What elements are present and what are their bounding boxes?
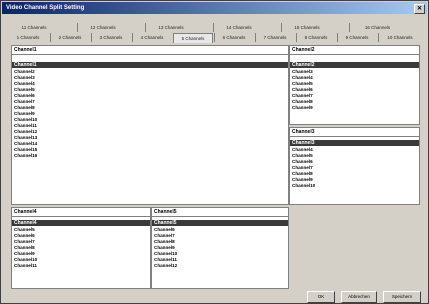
tab-5-channels[interactable]: 5 Channels <box>173 33 213 43</box>
list-item[interactable]: Channel9 <box>14 251 35 256</box>
list-item[interactable]: Channel11 <box>14 123 37 128</box>
tab-1-channels[interactable]: 1 Channels <box>9 33 47 42</box>
empty-area <box>289 207 418 287</box>
tab-2-channels[interactable]: 2 Channels <box>50 33 89 42</box>
tab-11-channels[interactable]: 11 Channels <box>9 23 59 32</box>
panel-header: Channel5 <box>152 208 288 217</box>
save-button[interactable]: Speichern <box>383 291 421 303</box>
close-icon[interactable]: ✕ <box>414 4 425 14</box>
channel5-panel: Channel5 Channel5 Channel6 Channel7 Chan… <box>151 207 289 289</box>
list-item[interactable]: Channel6 <box>154 227 175 232</box>
dialog-window: Video Channel Split Setting ✕ 11 Channel… <box>0 0 429 304</box>
selected-channel[interactable]: Channel5 <box>152 220 288 226</box>
list-item[interactable]: Channel6 <box>14 93 35 98</box>
list-item[interactable]: Channel6 <box>14 233 35 238</box>
panel-header: Channel2 <box>290 46 419 55</box>
list-item[interactable]: Channel8 <box>14 105 35 110</box>
list-item[interactable]: Channel11 <box>14 263 37 268</box>
list-item[interactable]: Channel13 <box>14 135 37 140</box>
panel-header: Channel1 <box>12 46 288 55</box>
title-bar[interactable]: Video Channel Split Setting ✕ <box>2 2 427 14</box>
tab-7-channels[interactable]: 7 Channels <box>255 33 294 42</box>
list-item[interactable]: Channel3 <box>292 69 313 74</box>
tab-13-channels[interactable]: 13 Channels <box>145 23 196 32</box>
list-item[interactable]: Channel9 <box>292 105 313 110</box>
list-item[interactable]: Channel6 <box>292 159 313 164</box>
list-item[interactable]: Channel15 <box>14 147 37 152</box>
list-item[interactable]: Channel5 <box>292 153 313 158</box>
tab-row-bottom: 1 Channels 2 Channels 3 Channels 4 Chann… <box>9 33 423 43</box>
channel1-panel: Channel1 Channel1 Channel2 Channel3 Chan… <box>11 45 289 205</box>
panel-header: Channel4 <box>12 208 150 217</box>
cancel-button[interactable]: Abbrechen <box>341 291 377 303</box>
ok-button[interactable]: OK <box>307 291 335 303</box>
selected-channel[interactable]: Channel4 <box>12 220 150 226</box>
tab-3-channels[interactable]: 3 Channels <box>91 33 130 42</box>
tab-8-channels[interactable]: 8 Channels <box>296 33 335 42</box>
tab-12-channels[interactable]: 12 Channels <box>77 23 128 32</box>
list-item[interactable]: Channel9 <box>154 245 175 250</box>
list-item[interactable]: Channel3 <box>14 75 35 80</box>
selected-channel[interactable]: Channel1 <box>12 62 288 68</box>
list-item[interactable]: Channel5 <box>292 81 313 86</box>
tab-9-channels[interactable]: 9 Channels <box>337 33 376 42</box>
panel-header: Channel3 <box>290 128 419 137</box>
list-item[interactable]: Channel10 <box>14 257 37 262</box>
tab-4-channels[interactable]: 4 Channels <box>132 33 171 42</box>
list-item[interactable]: Channel10 <box>292 183 315 188</box>
list-item[interactable]: Channel7 <box>14 239 35 244</box>
list-item[interactable]: Channel11 <box>154 257 177 262</box>
channel3-panel: Channel3 Channel3 Channel4 Channel5 Chan… <box>289 127 420 205</box>
tab-10-channels[interactable]: 10 Channels <box>378 33 421 42</box>
channel2-panel: Channel2 Channel2 Channel3 Channel4 Chan… <box>289 45 420 125</box>
list-item[interactable]: Channel7 <box>292 165 313 170</box>
list-item[interactable]: Channel16 <box>14 153 37 158</box>
selected-channel[interactable]: Channel2 <box>290 62 419 68</box>
channel4-panel: Channel4 Channel4 Channel5 Channel6 Chan… <box>11 207 151 289</box>
list-item[interactable]: Channel7 <box>292 93 313 98</box>
list-item[interactable]: Channel7 <box>154 233 175 238</box>
list-item[interactable]: Channel7 <box>14 99 35 104</box>
list-item[interactable]: Channel10 <box>154 251 177 256</box>
list-item[interactable]: Channel9 <box>292 177 313 182</box>
list-item[interactable]: Channel14 <box>14 141 37 146</box>
window-title: Video Channel Split Setting <box>6 5 85 11</box>
tab-14-channels[interactable]: 14 Channels <box>213 23 264 32</box>
list-item[interactable]: Channel12 <box>154 263 177 268</box>
list-item[interactable]: Channel8 <box>292 99 313 104</box>
list-item[interactable]: Channel12 <box>14 129 37 134</box>
list-item[interactable]: Channel5 <box>14 227 35 232</box>
list-item[interactable]: Channel5 <box>14 87 35 92</box>
list-item[interactable]: Channel6 <box>292 87 313 92</box>
list-item[interactable]: Channel8 <box>292 171 313 176</box>
list-item[interactable]: Channel4 <box>292 147 313 152</box>
tab-row-top: 11 Channels 12 Channels 13 Channels 14 C… <box>9 23 423 33</box>
list-item[interactable]: Channel4 <box>14 81 35 86</box>
selected-channel[interactable]: Channel3 <box>290 140 419 146</box>
tab-6-channels[interactable]: 6 Channels <box>214 33 253 42</box>
tab-15-channels[interactable]: 15 Channels <box>281 23 332 32</box>
list-item[interactable]: Channel2 <box>14 69 35 74</box>
list-item[interactable]: Channel8 <box>14 245 35 250</box>
list-item[interactable]: Channel10 <box>14 117 37 122</box>
tab-16-channels[interactable]: 16 Channels <box>349 23 405 32</box>
list-item[interactable]: Channel4 <box>292 75 313 80</box>
list-item[interactable]: Channel8 <box>154 239 175 244</box>
list-item[interactable]: Channel9 <box>14 111 35 116</box>
